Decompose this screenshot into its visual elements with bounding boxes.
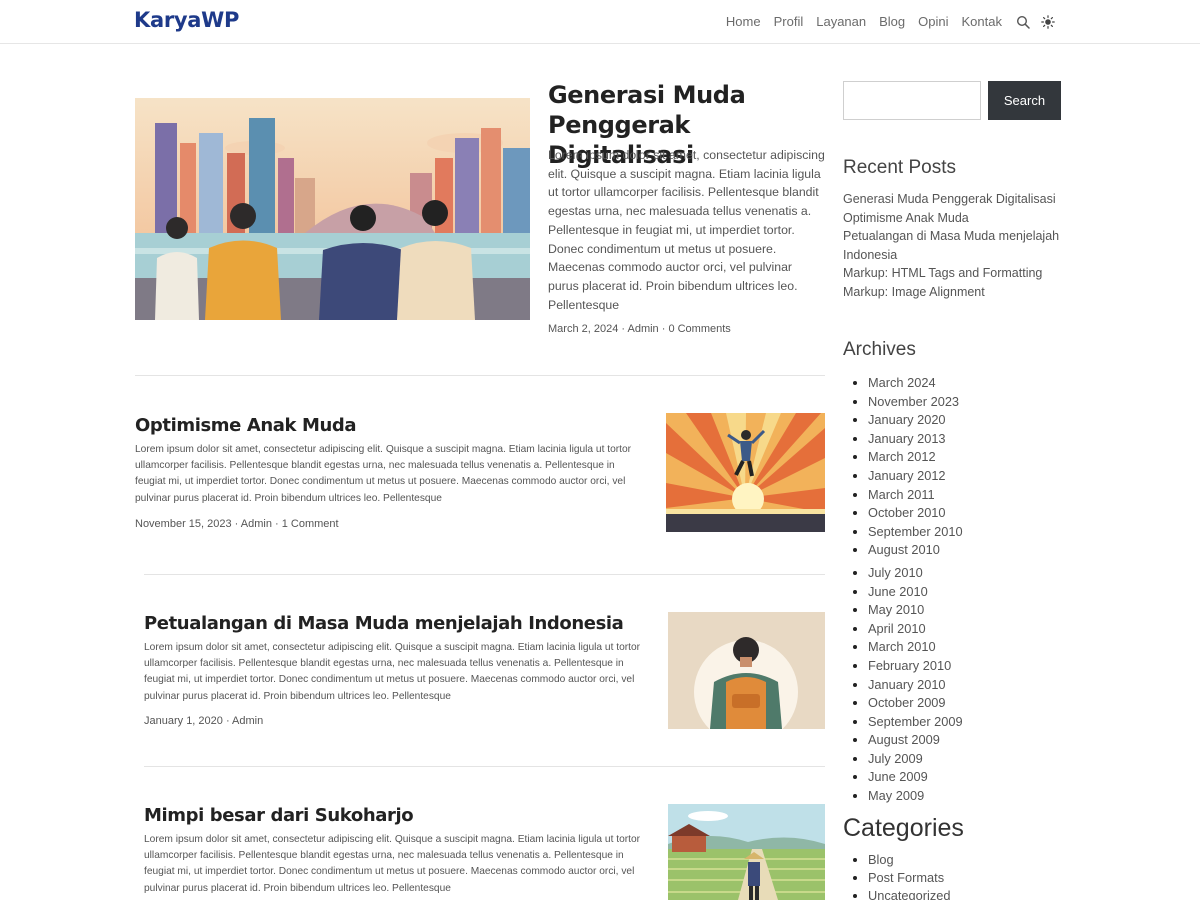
archive-link[interactable]: September 2010 [868,523,1068,542]
sun-icon[interactable] [1041,15,1055,29]
archive-link[interactable]: April 2010 [868,620,1068,639]
archive-link[interactable]: January 2012 [868,467,1068,486]
site-logo[interactable]: KaryaWP [134,8,239,32]
archive-link[interactable]: May 2009 [868,787,1068,806]
post-title[interactable]: Mimpi besar dari Sukoharjo [144,805,414,827]
post-thumbnail[interactable] [668,804,825,900]
archives-list: March 2024 November 2023 January 2020 Ja… [868,374,1068,806]
post-title[interactable]: Optimisme Anak Muda [135,415,357,437]
nav-item-blog[interactable]: Blog [879,14,905,29]
main-nav: Home Profil Layanan Blog Opini Kontak [726,14,1002,29]
archive-link[interactable]: February 2010 [868,657,1068,676]
archive-link[interactable]: July 2009 [868,750,1068,769]
recent-post-link[interactable]: Generasi Muda Penggerak Digitalisasi [843,190,1065,209]
nav-item-home[interactable]: Home [726,14,761,29]
archive-link[interactable]: August 2010 [868,541,1068,560]
archive-link[interactable]: March 2012 [868,448,1068,467]
divider [144,766,825,767]
archive-link[interactable]: March 2010 [868,638,1068,657]
search-button[interactable]: Search [988,81,1061,120]
post-thumbnail[interactable] [668,612,825,729]
categories-list: Blog Post Formats Uncategorized [868,851,1068,900]
archive-link[interactable]: July 2010 [868,564,1068,583]
featured-post-meta: March 2, 2024 · Admin · 0 Comments [548,323,731,335]
archive-link[interactable]: October 2009 [868,694,1068,713]
featured-post-image[interactable] [135,98,530,320]
archive-link[interactable]: June 2010 [868,583,1068,602]
archive-link[interactable]: August 2009 [868,731,1068,750]
divider [144,574,825,575]
archive-link[interactable]: January 2010 [868,676,1068,695]
post-title[interactable]: Petualangan di Masa Muda menjelajah Indo… [144,613,624,635]
nav-item-profil[interactable]: Profil [774,14,804,29]
archive-link[interactable]: January 2013 [868,430,1068,449]
archive-link[interactable]: January 2020 [868,411,1068,430]
archive-link[interactable]: November 2023 [868,393,1068,412]
category-link[interactable]: Post Formats [868,869,1068,887]
post-meta: January 1, 2020 · Admin [144,715,264,727]
nav-item-layanan[interactable]: Layanan [816,14,866,29]
archive-link[interactable]: October 2010 [868,504,1068,523]
post-thumbnail[interactable] [666,413,825,532]
recent-posts-heading: Recent Posts [843,157,956,178]
site-header: KaryaWP Home Profil Layanan Blog Opini K… [0,0,1200,44]
post-excerpt: Lorem ipsum dolor sit amet, consectetur … [135,444,632,504]
post-excerpt: Lorem ipsum dolor sit amet, consectetur … [144,834,641,894]
post-meta: November 15, 2023 · Admin · 1 Comment [135,518,339,530]
featured-post-excerpt: Lorem ipsum dolor sit amet, consectetur … [548,148,825,312]
search-icon[interactable] [1016,15,1030,29]
archive-link[interactable]: March 2024 [868,374,1068,393]
recent-post-link[interactable]: Markup: Image Alignment [843,283,1065,302]
categories-heading: Categories [843,814,964,842]
divider [135,375,825,376]
nav-item-opini[interactable]: Opini [918,14,948,29]
search-input[interactable] [843,81,981,120]
category-link[interactable]: Uncategorized [868,887,1068,900]
archives-heading: Archives [843,339,916,360]
archive-link[interactable]: May 2010 [868,601,1068,620]
recent-post-link[interactable]: Petualangan di Masa Muda menjelajah Indo… [843,227,1065,264]
post-excerpt: Lorem ipsum dolor sit amet, consectetur … [144,642,641,702]
recent-post-link[interactable]: Markup: HTML Tags and Formatting [843,264,1065,283]
archive-link[interactable]: June 2009 [868,768,1068,787]
archive-link[interactable]: September 2009 [868,713,1068,732]
category-link[interactable]: Blog [868,851,1068,869]
recent-posts-list: Generasi Muda Penggerak Digitalisasi Opt… [843,190,1065,301]
recent-post-link[interactable]: Optimisme Anak Muda [843,209,1065,228]
nav-item-kontak[interactable]: Kontak [962,14,1002,29]
archive-link[interactable]: March 2011 [868,486,1068,505]
